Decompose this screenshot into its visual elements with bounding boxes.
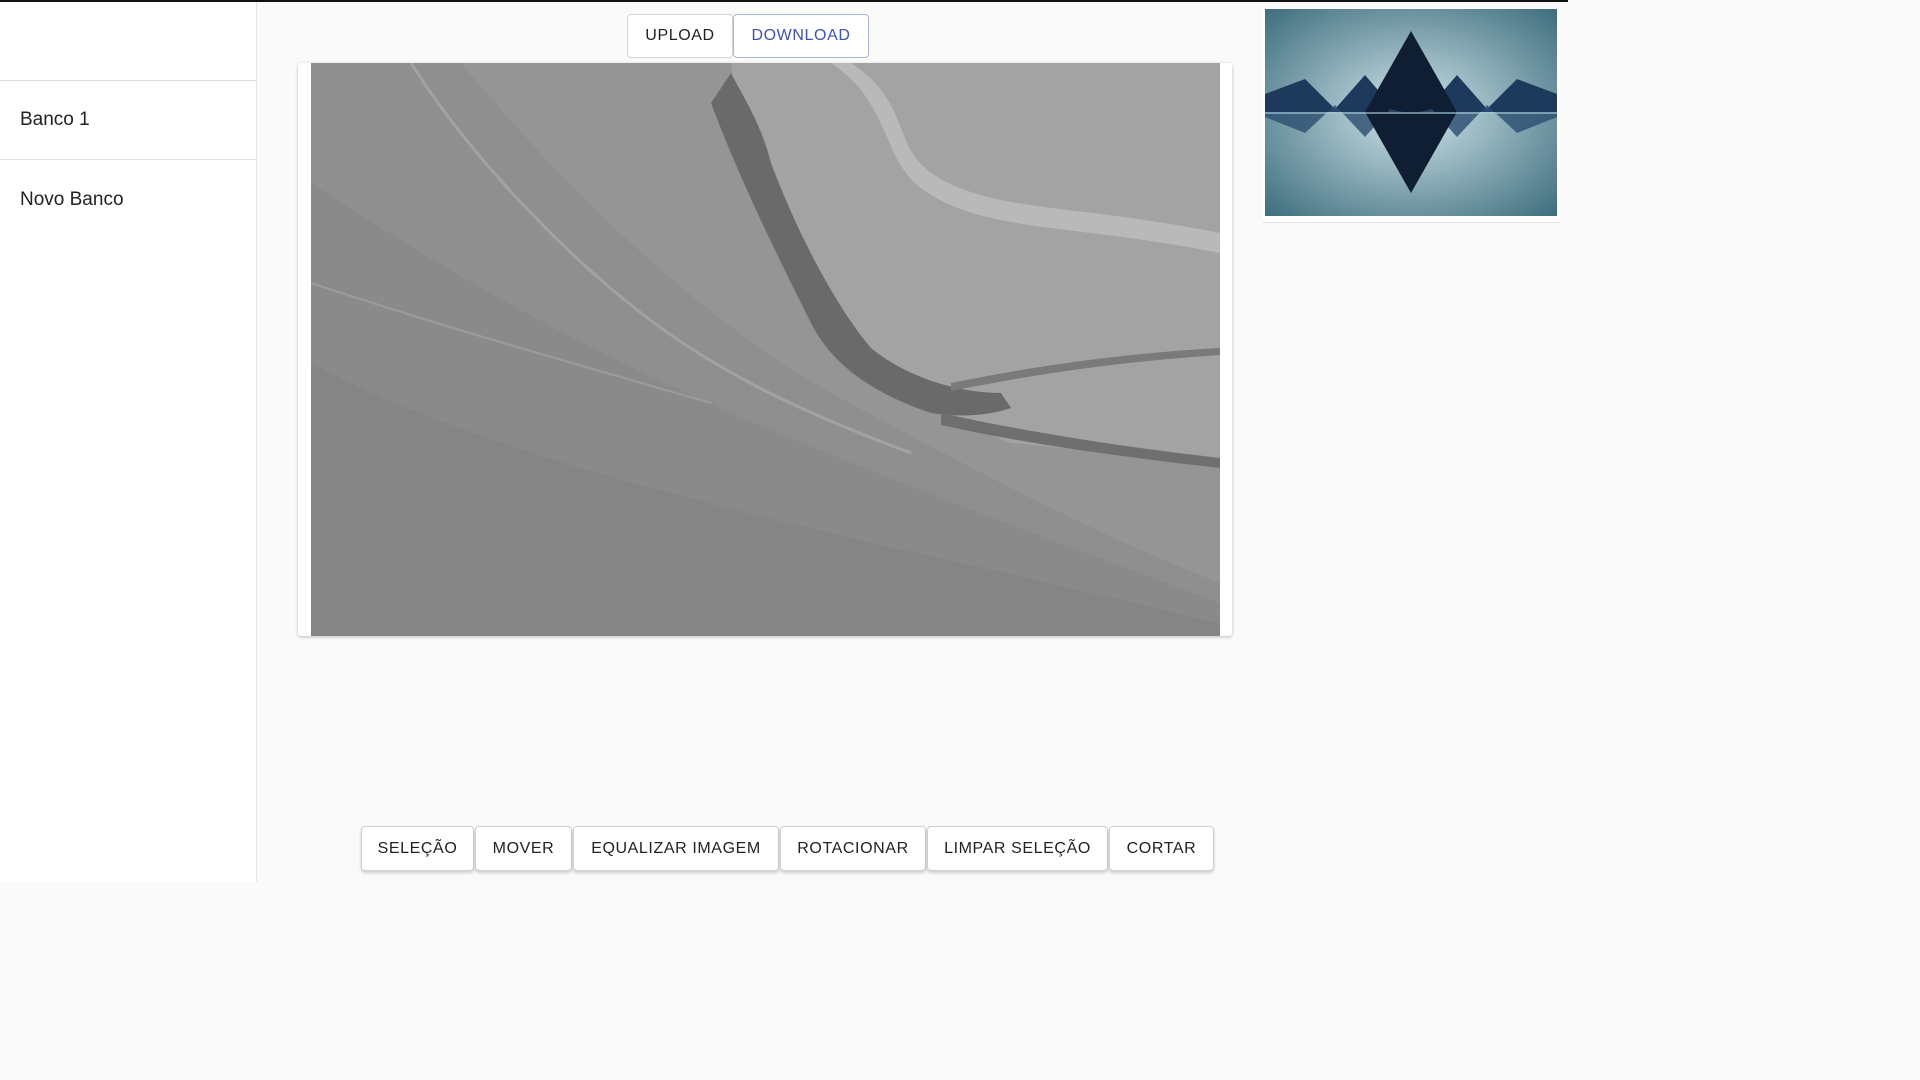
- rotate-button[interactable]: ROTACIONAR: [780, 826, 926, 871]
- upload-button[interactable]: UPLOAD: [627, 14, 733, 58]
- equalize-image-button[interactable]: EQUALIZAR IMAGEM: [573, 826, 779, 871]
- thumbnail[interactable]: [1263, 8, 1560, 223]
- sidebar-item-label: Banco 1: [20, 109, 90, 130]
- image-canvas[interactable]: [298, 63, 1232, 636]
- move-button[interactable]: MOVER: [475, 826, 572, 871]
- download-button[interactable]: DOWNLOAD: [733, 14, 869, 58]
- sidebar-item-banco-1[interactable]: Banco 1: [0, 81, 256, 160]
- sidebar-item-novo-banco[interactable]: Novo Banco: [0, 160, 256, 239]
- crop-button[interactable]: CORTAR: [1109, 826, 1214, 871]
- sidebar-item-label: Novo Banco: [20, 188, 124, 210]
- mountain-reflection-image: [1265, 9, 1557, 216]
- tool-buttons: SELEÇÃO MOVER EQUALIZAR IMAGEM ROTACIONA…: [361, 826, 1215, 871]
- file-actions: UPLOAD DOWNLOAD: [627, 14, 869, 58]
- sidebar-header: [0, 2, 256, 81]
- clear-selection-button[interactable]: LIMPAR SELEÇÃO: [927, 826, 1108, 871]
- sidebar: Banco 1 Novo Banco: [0, 2, 257, 882]
- selection-button[interactable]: SELEÇÃO: [361, 826, 474, 871]
- landscape-image: [311, 63, 1220, 636]
